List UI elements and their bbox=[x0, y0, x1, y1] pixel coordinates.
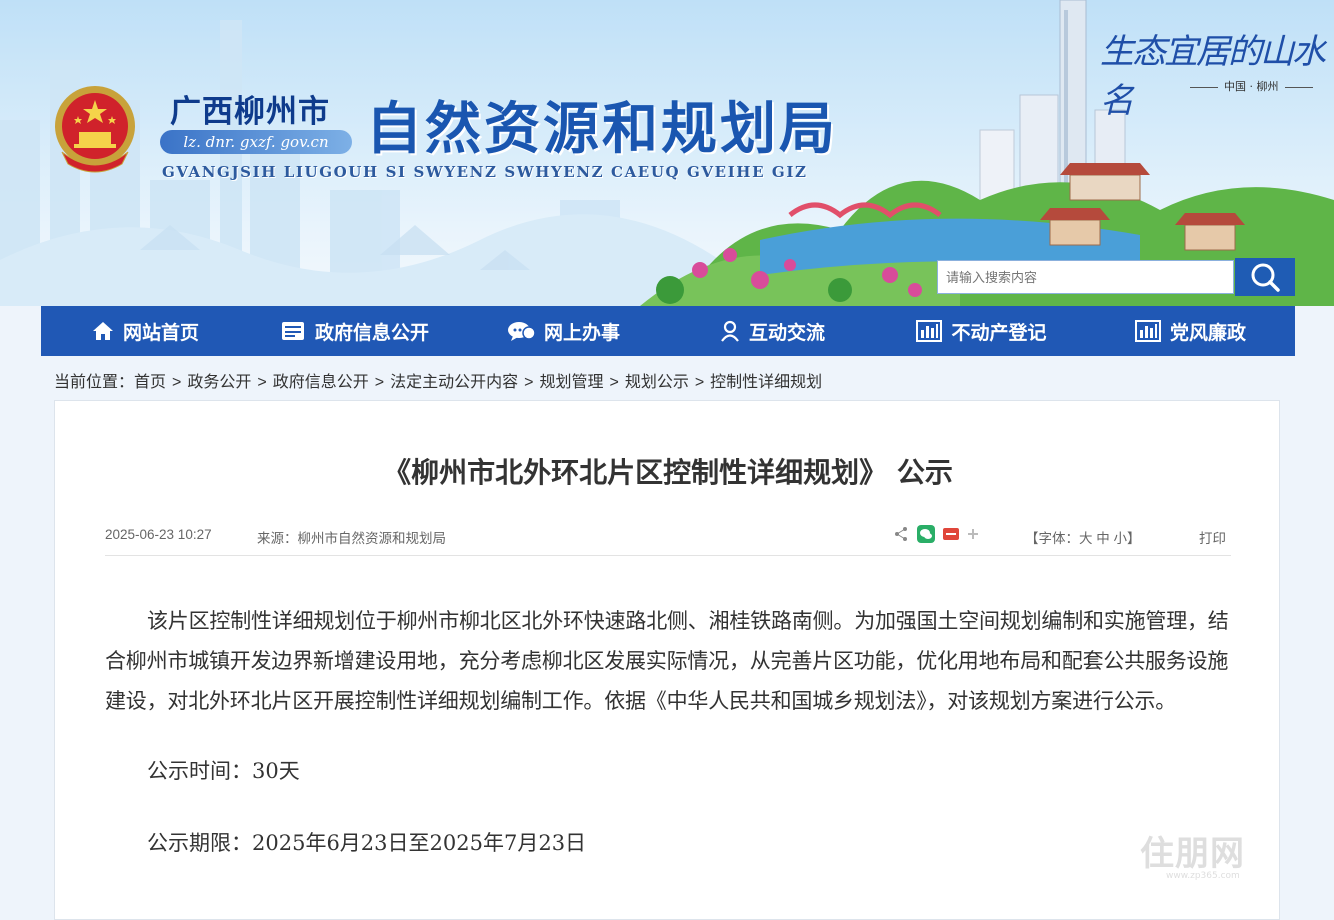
bar-chart-icon bbox=[1134, 320, 1161, 342]
paragraph: 该片区控制性详细规划位于柳州市柳北区北外环快速路北侧、湘桂铁路南侧。为加强国土空… bbox=[105, 609, 1229, 713]
share-bar bbox=[893, 525, 979, 543]
breadcrumb-prefix: 当前位置： bbox=[54, 374, 135, 391]
nav-item-label: 网站首页 bbox=[122, 321, 199, 344]
document-icon bbox=[281, 322, 304, 340]
breadcrumb-home[interactable]: 首页 bbox=[134, 374, 166, 391]
breadcrumb-statutory[interactable]: 法定主动公开内容 bbox=[390, 374, 518, 391]
nav-item-label: 政府信息公开 bbox=[314, 321, 429, 344]
plus-icon[interactable] bbox=[967, 528, 979, 540]
search-input[interactable] bbox=[937, 260, 1234, 294]
watermark-url: www.zp365.com bbox=[1166, 871, 1240, 881]
home-icon bbox=[92, 322, 113, 340]
breadcrumb-separator: > bbox=[609, 374, 619, 391]
national-emblem-icon bbox=[55, 86, 135, 173]
slogan-subtitle: 中国 · 柳州 bbox=[1184, 78, 1319, 94]
breadcrumb-gov-info[interactable]: 政府信息公开 bbox=[273, 374, 369, 391]
slogan: 生态宜居的山水名 bbox=[1100, 32, 1326, 121]
nav-item-label: 党风廉政 bbox=[1169, 321, 1246, 344]
publish-date: 2025-06-23 10:27 bbox=[105, 527, 212, 542]
breadcrumb-separator: > bbox=[374, 374, 385, 391]
article-panel: 《柳州市北外环北片区控制性详细规划》 公示 2025-06-23 10:27 来… bbox=[54, 400, 1280, 920]
watermark-text: 住朋网 bbox=[1140, 834, 1245, 874]
font-small-button[interactable]: 小 bbox=[1114, 531, 1128, 546]
article-source: 来源：柳州市自然资源和规划局 bbox=[257, 531, 446, 546]
breadcrumb-planning-mgmt[interactable]: 规划管理 bbox=[539, 374, 603, 391]
nav-item-online-service[interactable]: 网上办事 bbox=[459, 306, 668, 356]
article-body: 该片区控制性详细规划位于柳州市柳北区北外环快速路北侧、湘桂铁路南侧。为加强国土空… bbox=[105, 601, 1235, 863]
bar-chart-icon bbox=[916, 320, 943, 342]
watermark-logo: 住朋网 www.zp365.com bbox=[1140, 826, 1245, 881]
breadcrumb-planning-notice[interactable]: 规划公示 bbox=[625, 374, 689, 391]
font-size-label: 【字体： bbox=[1025, 531, 1079, 546]
nav-item-label: 网上办事 bbox=[543, 321, 620, 344]
user-icon bbox=[721, 320, 739, 342]
breadcrumb-separator: > bbox=[172, 374, 182, 391]
weibo-icon[interactable] bbox=[943, 528, 959, 540]
site-url: lz. dnr. gxzf. gov.cn bbox=[160, 130, 352, 154]
site-zhuang-name: GVANGJSIH LIUGOUH SI SWYENZ SWHYENZ CAEU… bbox=[162, 163, 808, 181]
chat-icon bbox=[507, 322, 535, 341]
paragraph-publicity-period: 公示时间：30天 bbox=[147, 759, 300, 783]
breadcrumb-gov-affairs[interactable]: 政务公开 bbox=[187, 374, 251, 391]
main-nav: 网站首页 政府信息公开 网上办事 互动交流 不动产登记 党风廉政 bbox=[41, 306, 1295, 356]
breadcrumb-separator: > bbox=[257, 374, 267, 391]
site-bureau-name: 自然资源和规划局 bbox=[366, 96, 838, 162]
article-meta: 2025-06-23 10:27 来源：柳州市自然资源和规划局 【字体：大 中 … bbox=[105, 525, 1231, 556]
nav-item-real-estate[interactable]: 不动产登记 bbox=[877, 306, 1086, 356]
nav-item-gov-info[interactable]: 政府信息公开 bbox=[250, 306, 459, 356]
nav-item-label: 不动产登记 bbox=[951, 321, 1047, 344]
font-large-button[interactable]: 大 bbox=[1079, 531, 1093, 546]
share-icon[interactable] bbox=[893, 526, 909, 542]
nav-item-party-integrity[interactable]: 党风廉政 bbox=[1086, 306, 1295, 356]
font-medium-button[interactable]: 中 bbox=[1096, 531, 1110, 546]
nav-item-home[interactable]: 网站首页 bbox=[41, 306, 250, 356]
site-city-name: 广西柳州市 bbox=[170, 94, 330, 130]
breadcrumb: 当前位置：首页 > 政务公开 > 政府信息公开 > 法定主动公开内容 > 规划管理 > 规划公示 > 控… bbox=[54, 368, 822, 392]
print-button[interactable]: 打印 bbox=[1199, 527, 1226, 547]
wechat-icon[interactable] bbox=[917, 525, 935, 543]
paragraph-publicity-dates: 公示期限：2025年6月23日至2025年7月23日 bbox=[147, 831, 587, 855]
nav-item-interaction[interactable]: 互动交流 bbox=[668, 306, 877, 356]
site-header: 广西柳州市 lz. dnr. gxzf. gov.cn 自然资源和规划局 GVA… bbox=[0, 0, 1334, 306]
breadcrumb-separator: > bbox=[694, 374, 705, 391]
search-icon bbox=[1251, 263, 1280, 292]
search-button[interactable] bbox=[1235, 258, 1295, 296]
breadcrumb-detailed-plan[interactable]: 控制性详细规划 bbox=[710, 374, 822, 391]
nav-item-label: 互动交流 bbox=[748, 321, 825, 344]
font-size-control: 【字体：大 中 小】 bbox=[1025, 527, 1141, 547]
article-title: 《柳州市北外环北片区控制性详细规划》 公示 bbox=[383, 456, 953, 489]
font-size-end: 】 bbox=[1127, 531, 1141, 546]
breadcrumb-separator: > bbox=[524, 374, 534, 391]
